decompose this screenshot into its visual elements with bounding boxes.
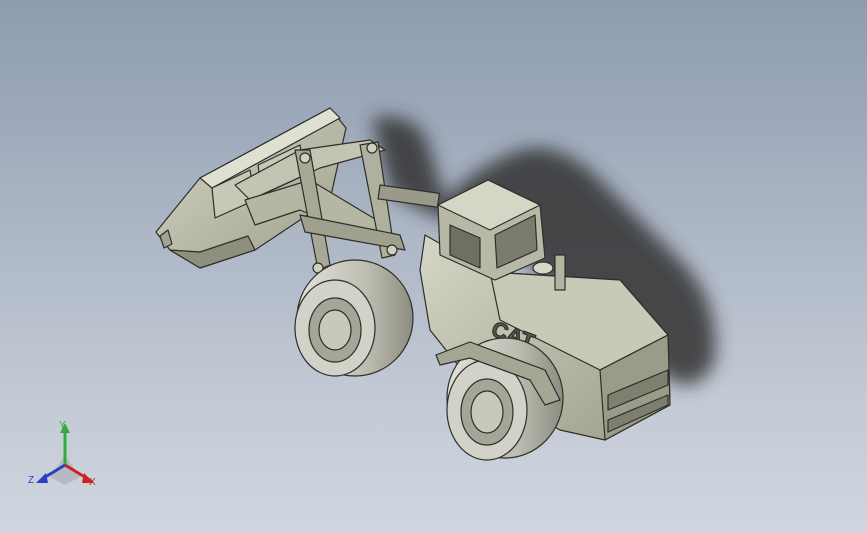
graphics-viewport[interactable]: CAT Y Z X: [0, 0, 867, 533]
front-wheel: [294, 259, 414, 377]
coordinate-triad: Y Z X: [20, 415, 110, 495]
z-axis-label: Z: [28, 475, 35, 486]
x-axis-label: X: [89, 477, 96, 488]
z-arrowhead-icon: [36, 473, 48, 483]
model-scene[interactable]: CAT: [0, 0, 867, 533]
y-axis-label: Y: [59, 420, 66, 431]
